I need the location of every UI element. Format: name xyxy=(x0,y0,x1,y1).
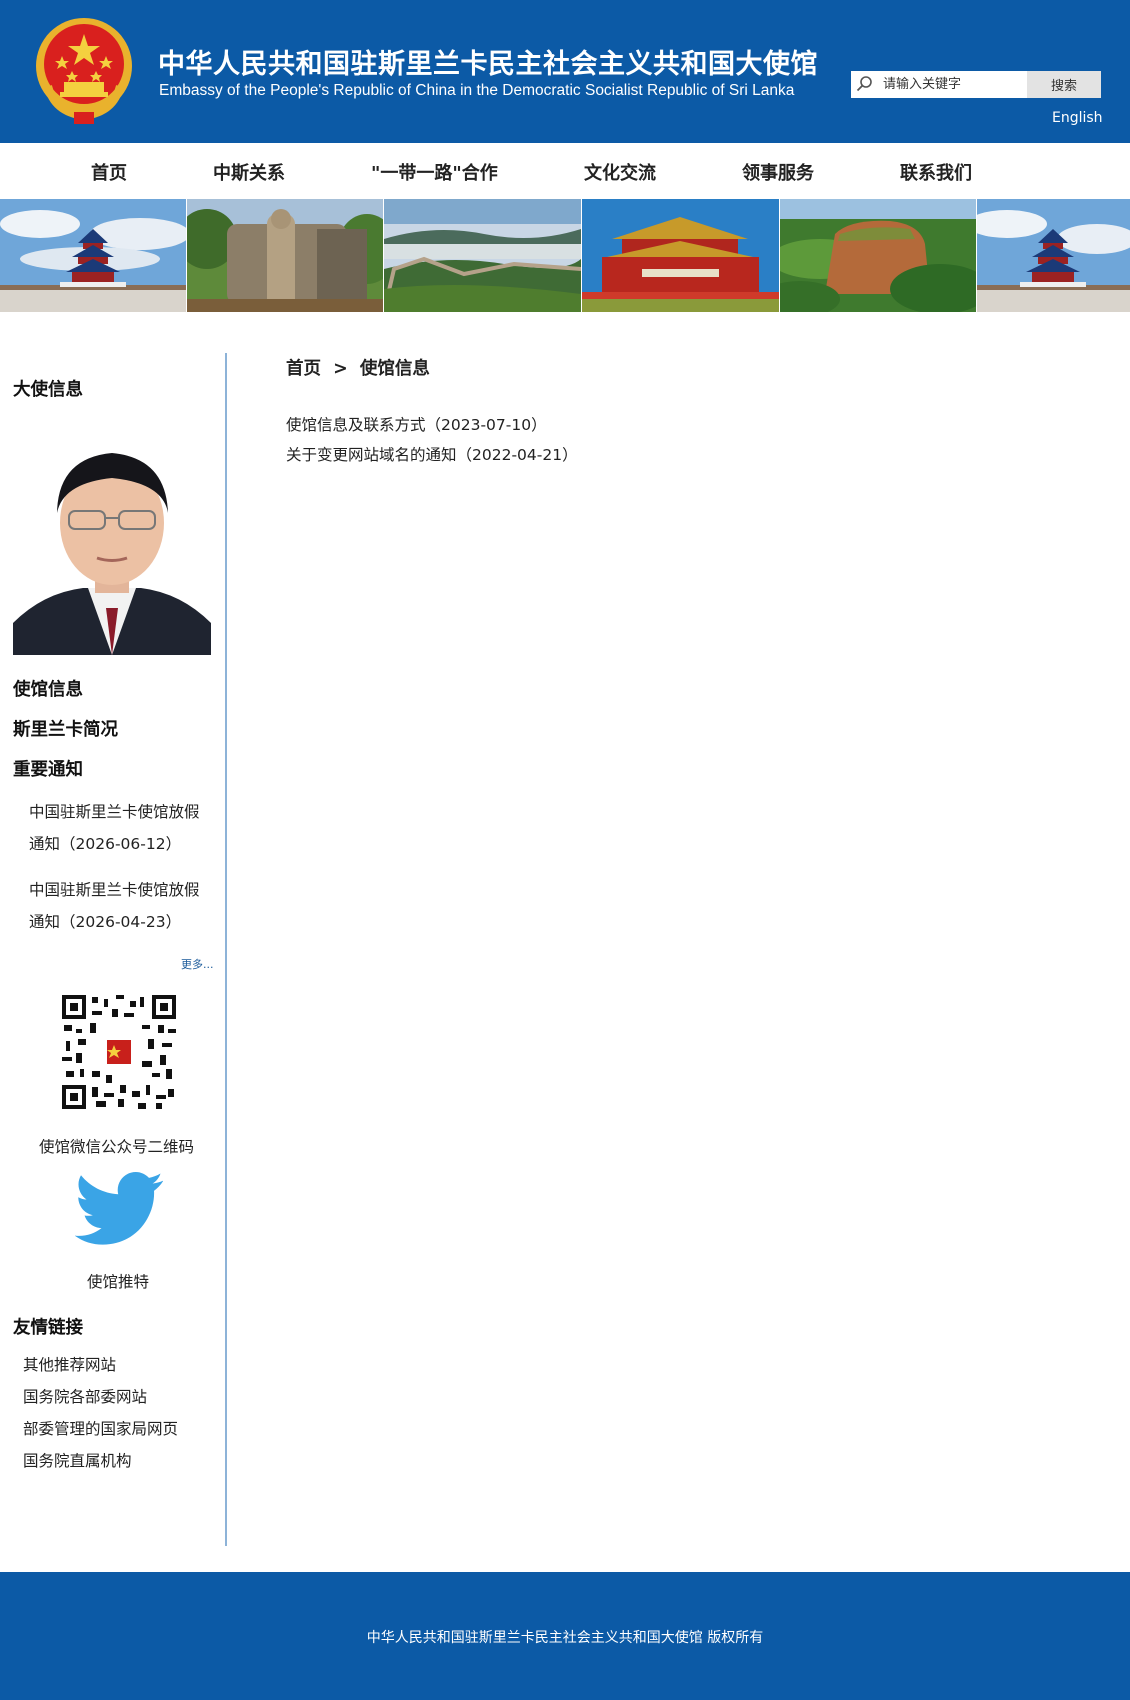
sidebar-divider xyxy=(225,353,227,1546)
breadcrumb: 首页 > 使馆信息 xyxy=(286,355,430,380)
site-title: 中华人民共和国驻斯里兰卡民主社会主义共和国大使馆 xyxy=(158,49,818,80)
site-footer: 中华人民共和国驻斯里兰卡民主社会主义共和国大使馆 版权所有 xyxy=(0,1572,1130,1700)
nav-item-contact-us[interactable]: 联系我们 xyxy=(900,159,972,185)
ambassador-heading: 大使信息 xyxy=(13,380,83,400)
breadcrumb-separator: > xyxy=(333,359,348,379)
search-input[interactable] xyxy=(877,71,1025,98)
sidebar-item-embassy-info[interactable]: 使馆信息 xyxy=(13,676,83,701)
nav-item-china-sri-lanka-relations[interactable]: 中斯关系 xyxy=(213,159,285,185)
article-link[interactable]: 使馆信息及联系方式（2023-07-10） xyxy=(286,413,547,435)
nav-item-consular-services[interactable]: 领事服务 xyxy=(742,159,814,185)
copyright-text: 中华人民共和国驻斯里兰卡民主社会主义共和国大使馆 版权所有 xyxy=(366,1630,764,1646)
article-link[interactable]: 关于变更网站域名的通知（2022-04-21） xyxy=(286,443,578,465)
friendly-link[interactable]: 其他推荐网站 xyxy=(23,1353,116,1375)
national-emblem-icon xyxy=(36,18,132,124)
sidebar-item-sri-lanka-overview[interactable]: 斯里兰卡简况 xyxy=(13,716,118,741)
tiananmen-photo xyxy=(582,199,779,312)
notice-item[interactable]: 中国驻斯里兰卡使馆放假通知（2026-06-12） xyxy=(29,796,214,860)
wechat-qr-code xyxy=(62,995,176,1109)
sigiriya-rock-photo xyxy=(780,199,976,312)
search-icon xyxy=(856,76,872,92)
great-wall-photo xyxy=(384,199,581,312)
twitter-caption: 使馆推特 xyxy=(87,1273,150,1291)
buddha-statue-photo xyxy=(187,199,383,312)
qr-caption: 使馆微信公众号二维码 xyxy=(39,1138,195,1156)
sidebar-item-important-notices[interactable]: 重要通知 xyxy=(13,756,83,781)
friendly-link[interactable]: 部委管理的国家局网页 xyxy=(23,1417,178,1439)
notice-item[interactable]: 中国驻斯里兰卡使馆放假通知（2026-04-23） xyxy=(29,874,214,938)
nav-item-home[interactable]: 首页 xyxy=(91,159,127,185)
search-box xyxy=(851,71,1027,98)
site-header: 中华人民共和国驻斯里兰卡民主社会主义共和国大使馆 Embassy of the … xyxy=(0,0,1130,143)
more-notices-link[interactable]: 更多... xyxy=(181,956,214,972)
site-subtitle: Embassy of the People's Republic of Chin… xyxy=(159,82,795,99)
breadcrumb-home-link[interactable]: 首页 xyxy=(286,359,321,379)
photo-banner xyxy=(0,199,1130,312)
breadcrumb-current: 使馆信息 xyxy=(359,359,430,379)
twitter-bird-icon[interactable] xyxy=(75,1172,163,1246)
friendly-links-heading: 友情链接 xyxy=(13,1318,83,1338)
temple-of-heaven-photo xyxy=(0,199,186,312)
friendly-link[interactable]: 国务院直属机构 xyxy=(23,1449,132,1471)
main-nav: 首页 中斯关系 "一带一路"合作 文化交流 领事服务 联系我们 xyxy=(0,143,1130,199)
nav-item-cultural-exchange[interactable]: 文化交流 xyxy=(584,159,656,185)
english-language-link[interactable]: English xyxy=(1052,110,1103,126)
nav-item-belt-and-road[interactable]: "一带一路"合作 xyxy=(371,159,498,185)
temple-of-heaven-photo-2 xyxy=(977,199,1130,312)
search-button[interactable]: 搜索 xyxy=(1027,71,1101,98)
ambassador-portrait[interactable] xyxy=(13,423,211,655)
friendly-link[interactable]: 国务院各部委网站 xyxy=(23,1385,147,1407)
